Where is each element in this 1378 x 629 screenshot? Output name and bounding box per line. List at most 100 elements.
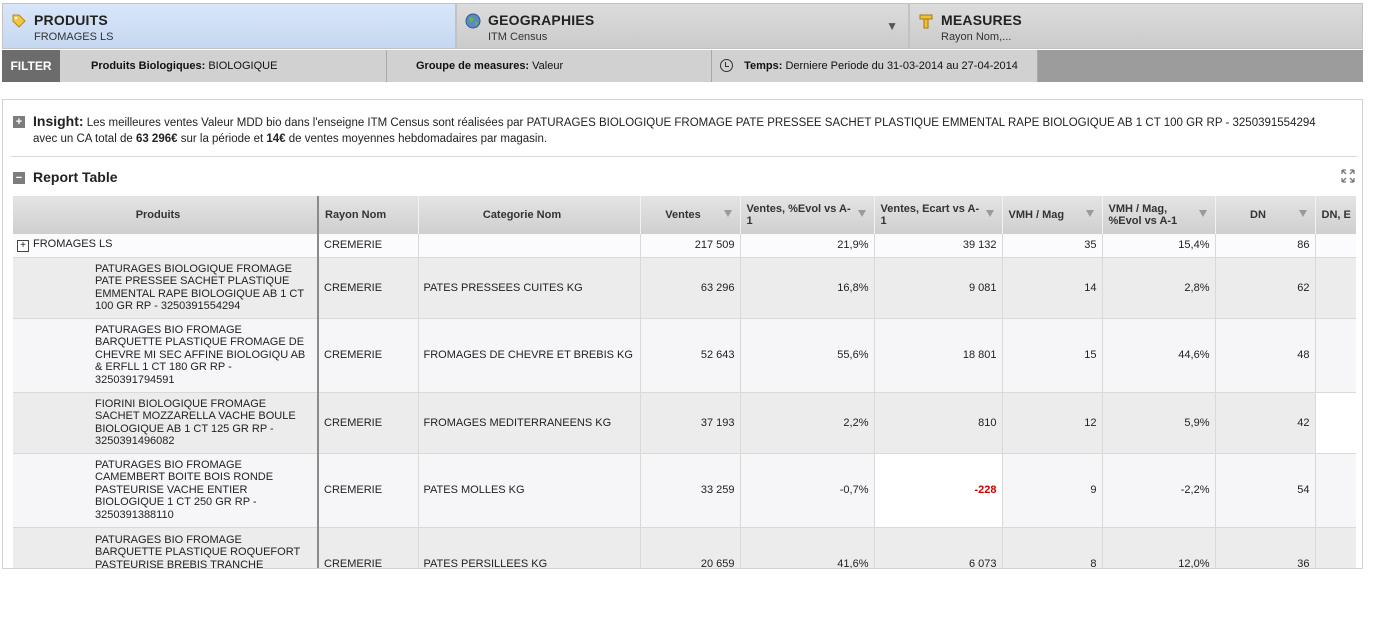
cell-vmh: 35 — [1002, 234, 1103, 258]
col-header-categorie[interactable]: Categorie Nom — [418, 196, 641, 234]
cell-ventes: 217 509 — [640, 234, 741, 258]
filter-icon[interactable] — [857, 210, 866, 217]
col-header-ecart-label: Ventes, Ecart vs A-1 — [880, 203, 980, 227]
report-table-title: Report Table — [33, 169, 118, 185]
col-header-rayon[interactable]: Rayon Nom — [318, 196, 419, 234]
filter-groupe-measures[interactable]: Groupe de measures: Valeur — [387, 50, 712, 82]
filter-icon[interactable] — [985, 210, 994, 217]
divider — [11, 156, 1357, 157]
cell-categorie: PATES PERSILLEES KG — [418, 527, 641, 568]
cell-vmh: 15 — [1002, 318, 1103, 393]
table-row[interactable]: + FROMAGES LS CREMERIE 217 509 21,9% 39 1… — [13, 234, 1356, 258]
filter-temps[interactable]: Temps: Derniere Periode du 31-03-2014 au… — [712, 50, 1038, 82]
clock-icon — [720, 59, 733, 72]
cell-evol: 21,9% — [740, 234, 875, 258]
cell-vmh-evol: 12,0% — [1102, 527, 1216, 568]
filter-icon[interactable] — [1085, 210, 1094, 217]
cell-ecart: 9 081 — [874, 257, 1003, 319]
report-table: Produits Rayon Nom Categorie Nom Ventes … — [13, 196, 1356, 568]
cell-vmh: 8 — [1002, 527, 1103, 568]
insight-text: Insight: Les meilleures ventes Valeur MD… — [33, 113, 1333, 147]
globe-icon — [465, 13, 481, 29]
cell-dn: 48 — [1215, 318, 1316, 393]
cell-categorie: PATES MOLLES KG — [418, 453, 641, 528]
filter-icon[interactable] — [1298, 210, 1307, 217]
cell-vmh: 9 — [1002, 453, 1103, 528]
cell-dn-e — [1315, 527, 1356, 568]
cell-dn-e — [1315, 318, 1356, 393]
tab-measures-sub: Rayon Nom,... — [941, 31, 1012, 43]
report-table-wrap[interactable]: Produits Rayon Nom Categorie Nom Ventes … — [13, 196, 1356, 568]
dropdown-arrow-icon[interactable]: ▼ — [886, 19, 898, 33]
col-header-vmh-evol[interactable]: VMH / Mag, %Evol vs A-1 — [1102, 196, 1216, 234]
cell-ventes: 33 259 — [640, 453, 741, 528]
cell-ecart: 6 073 — [874, 527, 1003, 568]
cell-rayon: CREMERIE — [318, 392, 419, 454]
filter-icon[interactable] — [1198, 210, 1207, 217]
cell-vmh-evol: 15,4% — [1102, 234, 1216, 258]
cell-vmh-evol: 2,8% — [1102, 257, 1216, 319]
cell-vmh: 14 — [1002, 257, 1103, 319]
filter-produits-bio[interactable]: Produits Biologiques: BIOLOGIQUE — [60, 50, 387, 82]
cell-categorie: FROMAGES DE CHEVRE ET BREBIS KG — [418, 318, 641, 393]
tab-geographies-title: GEOGRAPHIES — [488, 12, 595, 28]
col-header-evol[interactable]: Ventes, %Evol vs A-1 — [740, 196, 875, 234]
cell-categorie: FROMAGES MEDITERRANEENS KG — [418, 392, 641, 454]
filter-bio-value: BIOLOGIQUE — [208, 60, 278, 72]
tab-measures-title: MEASURES — [941, 12, 1022, 28]
cell-rayon: CREMERIE — [318, 453, 419, 528]
col-header-vmh-label: VMH / Mag — [1008, 209, 1065, 221]
cell-vmh: 12 — [1002, 392, 1103, 454]
col-header-vmh-evol-label: VMH / Mag, %Evol vs A-1 — [1108, 203, 1178, 227]
cell-rayon: CREMERIE — [318, 234, 419, 258]
tab-geographies[interactable]: GEOGRAPHIES ITM Census ▼ — [456, 3, 909, 49]
cell-produit: + FROMAGES LS — [13, 234, 319, 258]
filter-bio-label: Produits Biologiques: — [91, 60, 206, 72]
cell-evol: 55,6% — [740, 318, 875, 393]
expand-row-icon[interactable]: + — [17, 240, 29, 253]
cell-ventes: 20 659 — [640, 527, 741, 568]
fullscreen-icon[interactable] — [1341, 169, 1355, 183]
col-header-dn-label: DN — [1250, 209, 1266, 221]
cell-dn-e — [1315, 392, 1356, 454]
col-header-vmh[interactable]: VMH / Mag — [1002, 196, 1103, 234]
col-header-dn[interactable]: DN — [1215, 196, 1316, 234]
filter-temps-value: Derniere Periode du 31-03-2014 au 27-04-… — [785, 60, 1018, 72]
cell-rayon: CREMERIE — [318, 318, 419, 393]
table-row[interactable]: PATURAGES BIOLOGIQUE FROMAGE PATE PRESSE… — [13, 257, 1356, 319]
tab-measures[interactable]: MEASURES Rayon Nom,... — [909, 3, 1363, 49]
filter-icon[interactable] — [723, 210, 732, 217]
cell-ventes: 37 193 — [640, 392, 741, 454]
col-header-dn-e[interactable]: DN, E — [1315, 196, 1356, 234]
table-row[interactable]: PATURAGES BIO FROMAGE CAMEMBERT BOITE BO… — [13, 453, 1356, 528]
insight-title: Insight: — [33, 113, 84, 129]
insight-weekly: 14€ — [266, 133, 286, 145]
table-row[interactable]: PATURAGES BIO FROMAGE BARQUETTE PLASTIQU… — [13, 527, 1356, 568]
cell-produit: FIORINI BIOLOGIQUE FROMAGE SACHET MOZZAR… — [13, 392, 319, 454]
tag-icon — [12, 14, 26, 28]
ruler-icon — [919, 14, 933, 29]
tab-produits[interactable]: PRODUITS FROMAGES LS — [2, 3, 456, 49]
cell-ecart-negative: -228 — [874, 453, 1003, 528]
col-header-ecart[interactable]: Ventes, Ecart vs A-1 — [874, 196, 1003, 234]
cell-dn: 42 — [1215, 392, 1316, 454]
expand-insight-icon[interactable]: + — [13, 116, 25, 128]
table-header-row: Produits Rayon Nom Categorie Nom Ventes … — [13, 196, 1356, 234]
cell-rayon: CREMERIE — [318, 527, 419, 568]
table-row[interactable]: FIORINI BIOLOGIQUE FROMAGE SACHET MOZZAR… — [13, 392, 1356, 454]
cell-produit: PATURAGES BIO FROMAGE BARQUETTE PLASTIQU… — [13, 318, 319, 393]
col-header-produits[interactable]: Produits — [13, 196, 319, 234]
report-panel: + Insight: Les meilleures ventes Valeur … — [2, 99, 1363, 569]
cell-vmh-evol: 5,9% — [1102, 392, 1216, 454]
filter-label[interactable]: FILTER — [2, 50, 60, 82]
cell-vmh-evol: -2,2% — [1102, 453, 1216, 528]
cell-categorie: PATES PRESSEES CUITES KG — [418, 257, 641, 319]
col-header-ventes[interactable]: Ventes — [640, 196, 741, 234]
cell-dn-e — [1315, 257, 1356, 319]
cell-categorie — [418, 234, 641, 258]
dimension-bar: PRODUITS FROMAGES LS GEOGRAPHIES ITM Cen… — [2, 3, 1363, 49]
table-row[interactable]: PATURAGES BIO FROMAGE BARQUETTE PLASTIQU… — [13, 318, 1356, 393]
cell-evol: 2,2% — [740, 392, 875, 454]
collapse-report-icon[interactable]: − — [13, 172, 25, 184]
insight-text-3: de ventes moyennes hebdomadaires par mag… — [288, 133, 548, 145]
